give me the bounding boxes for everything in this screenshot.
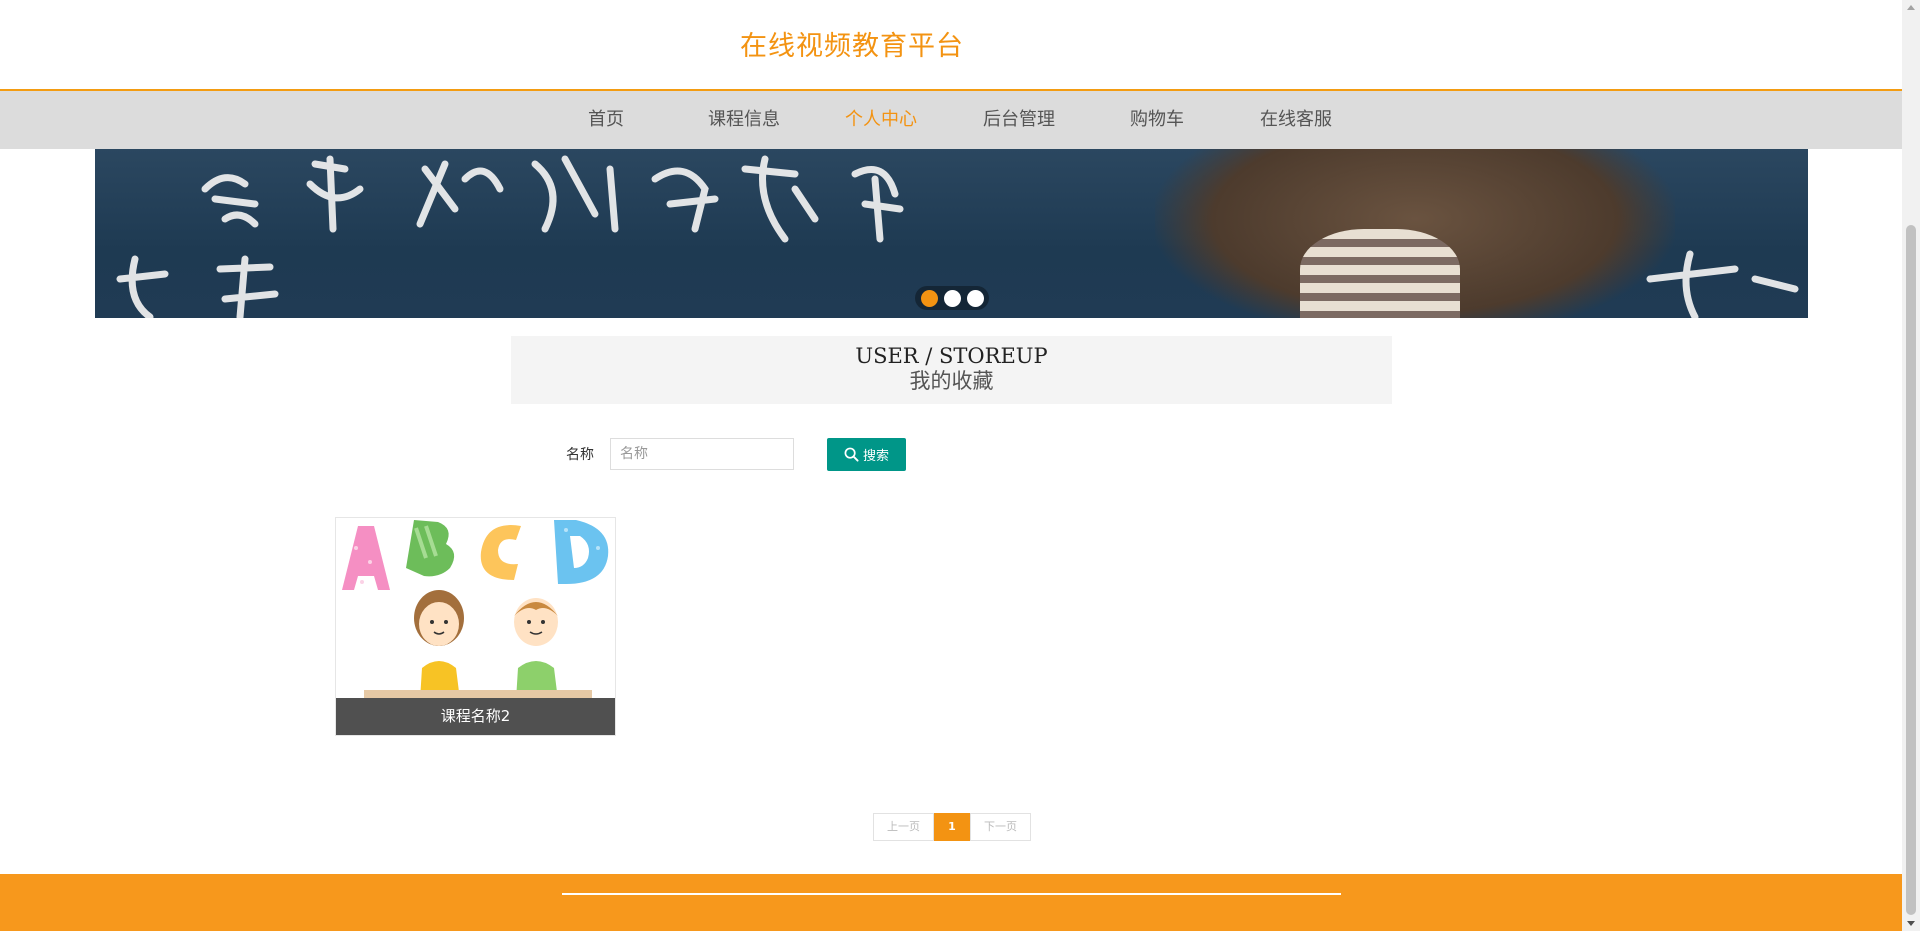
search-input[interactable] [610,438,794,470]
nav-item-courses[interactable]: 课程信息 [708,91,780,149]
page-number-button[interactable]: 1 [934,813,970,841]
page-scrollbar[interactable] [1902,0,1920,931]
course-thumbnail [336,518,615,700]
section-title-en: USER / STOREUP [855,344,1048,368]
nav-item-customer-service[interactable]: 在线客服 [1260,91,1332,149]
nav-item-home[interactable]: 首页 [588,91,624,149]
main-nav: 首页 课程信息 个人中心 后台管理 购物车 在线客服 [0,91,1902,149]
site-title: 在线视频教育平台 [740,31,964,62]
scroll-down-icon[interactable] [1907,921,1915,926]
nav-item-personal-center[interactable]: 个人中心 [845,91,917,149]
section-title: USER / STOREUP 我的收藏 [511,336,1392,404]
pagination: 上一页 1 下一页 [873,813,1031,841]
carousel-dot-2[interactable] [944,290,961,307]
course-card[interactable]: 课程名称2 [335,517,616,736]
scrollbar-thumb[interactable] [1906,225,1916,915]
footer [0,874,1902,931]
banner-carousel[interactable] [95,149,1808,318]
nav-item-admin[interactable]: 后台管理 [983,91,1055,149]
nav-item-cart[interactable]: 购物车 [1130,91,1184,149]
carousel-dot-3[interactable] [967,290,984,307]
scroll-up-icon[interactable] [1907,5,1915,10]
section-title-cn: 我的收藏 [909,369,994,393]
next-page-button[interactable]: 下一页 [970,813,1031,841]
search-button[interactable]: 搜索 [827,438,906,471]
prev-page-button[interactable]: 上一页 [873,813,934,841]
search-label: 名称 [566,447,594,463]
search-button-label: 搜索 [862,449,889,464]
footer-divider [562,893,1341,895]
carousel-dot-1[interactable] [921,290,938,307]
site-header: 在线视频教育平台 [0,0,1902,91]
search-icon [844,447,859,462]
carousel-indicators [915,286,989,310]
letter-b-shape [406,520,455,577]
course-name: 课程名称2 [336,698,615,735]
banner-figure-shirt [1300,229,1460,318]
